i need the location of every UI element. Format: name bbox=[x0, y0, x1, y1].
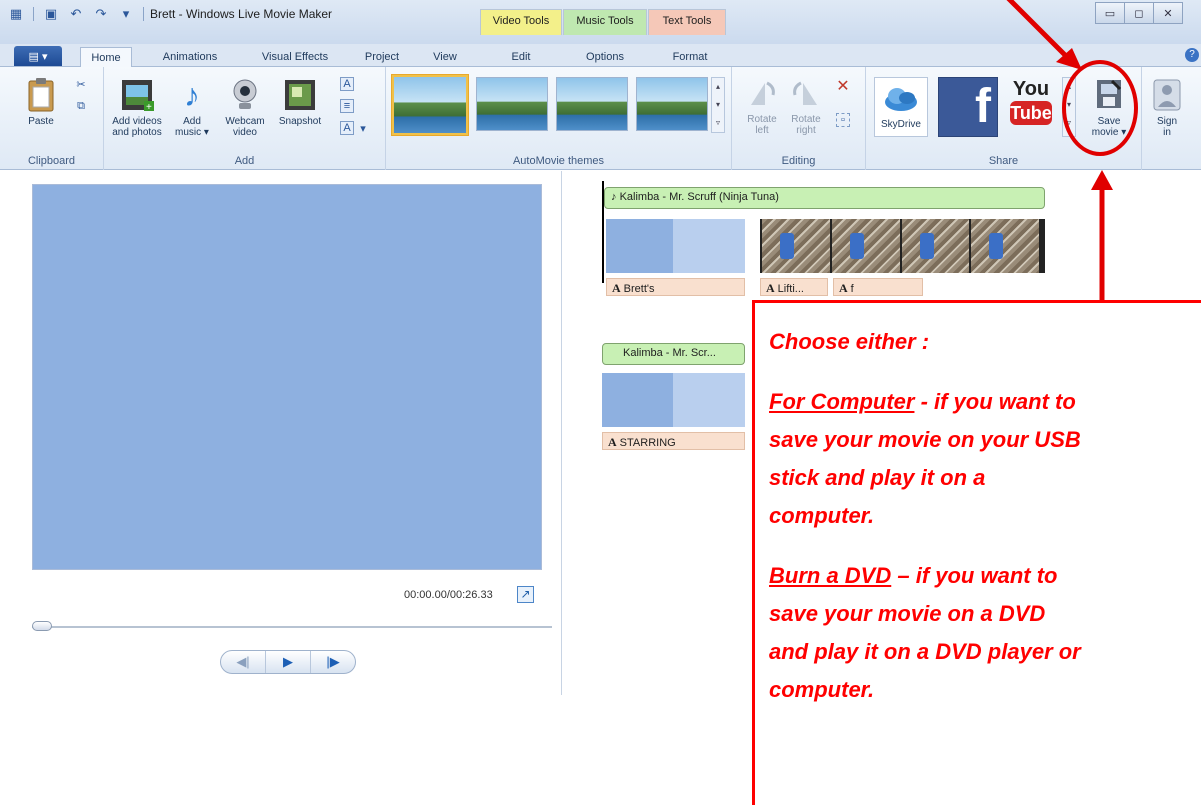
option-2-title: Burn a DVD bbox=[769, 563, 892, 588]
option-2-line-2: save your movie on a DVD bbox=[769, 601, 1046, 626]
option-1-line-2: save your movie on your USB bbox=[769, 427, 1081, 452]
option-2-line-1: – if you want to bbox=[891, 563, 1058, 588]
arrow-line-top bbox=[1006, 0, 1068, 58]
callout-heading: Choose either : bbox=[769, 329, 930, 354]
option-1-title: For Computer bbox=[769, 389, 915, 414]
callout-gap bbox=[769, 361, 1189, 383]
option-1-line-3: stick and play it on a bbox=[769, 465, 986, 490]
option-2-line-4: computer. bbox=[769, 677, 875, 702]
option-2-line-3: and play it on a DVD player or bbox=[769, 639, 1081, 664]
arrow-head-up bbox=[1091, 170, 1113, 190]
callout-option-2: Burn a DVD – if you want to bbox=[769, 557, 1189, 595]
callout-gap bbox=[769, 535, 1189, 557]
option-1-line-4: computer. bbox=[769, 503, 875, 528]
instruction-callout: Choose either : For Computer - if you wa… bbox=[752, 300, 1201, 805]
callout-option-1: For Computer - if you want to bbox=[769, 383, 1189, 421]
option-1-line-1: - if you want to bbox=[914, 389, 1076, 414]
